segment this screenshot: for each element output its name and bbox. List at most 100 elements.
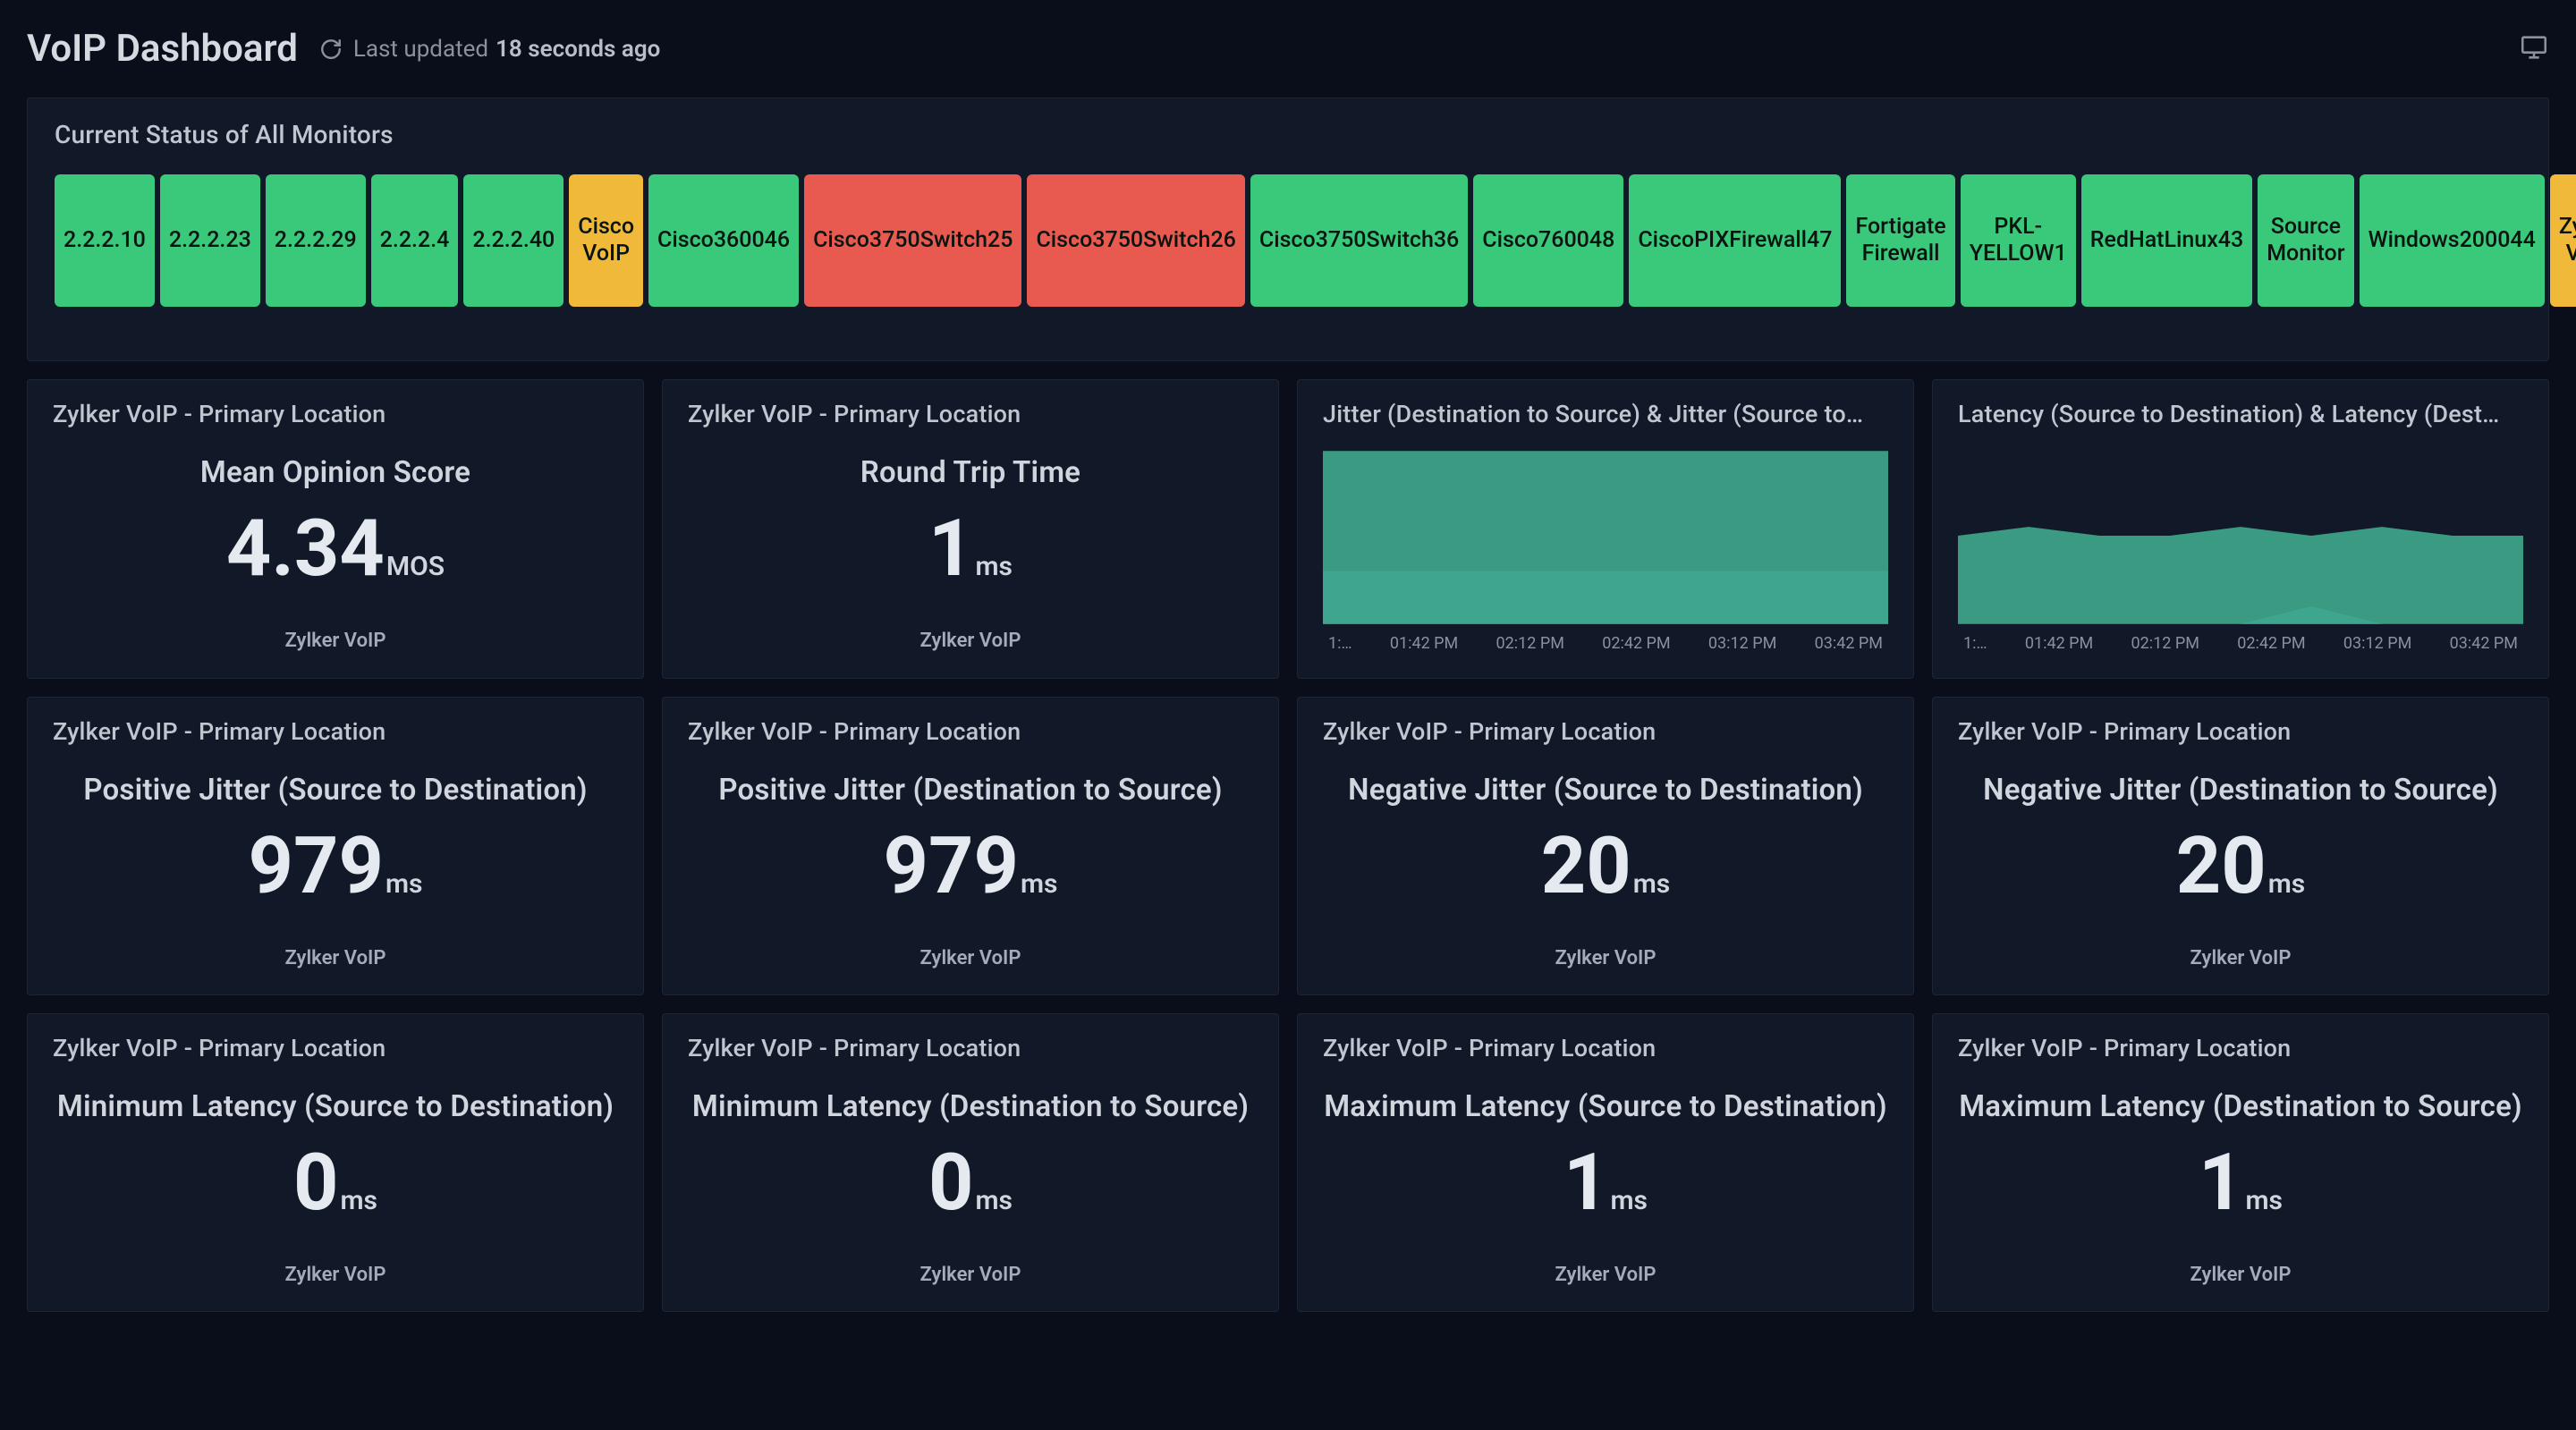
status-tile[interactable]: 2.2.2.10 bbox=[55, 174, 155, 307]
status-tile-label: 2.2.2.23 bbox=[169, 227, 251, 254]
chart-x-axis: 1:…01:42 PM02:12 PM02:42 PM03:12 PM03:42… bbox=[1323, 634, 1888, 653]
status-tile[interactable]: Fortigate Firewall bbox=[1846, 174, 1954, 307]
metric-source: Zylker VoIP bbox=[688, 947, 1253, 969]
metric-card[interactable]: Zylker VoIP - Primary Location Minimum La… bbox=[662, 1013, 1279, 1312]
status-tile[interactable]: 2.2.2.4 bbox=[371, 174, 459, 307]
page-title: VoIP Dashboard bbox=[27, 27, 298, 71]
status-tile-label: Cisco VoIP bbox=[578, 214, 634, 267]
status-tile-label: Fortigate Firewall bbox=[1855, 214, 1945, 267]
metric-value-row: 0ms bbox=[688, 1144, 1253, 1223]
chart-x-tick: 03:42 PM bbox=[2450, 634, 2518, 653]
metric-unit: ms bbox=[2246, 1185, 2283, 1216]
metric-card-header: Zylker VoIP - Primary Location bbox=[1958, 717, 2523, 746]
status-tile[interactable]: RedHatLinux43 bbox=[2081, 174, 2252, 307]
status-tile[interactable]: Cisco360046 bbox=[648, 174, 799, 307]
chart-x-tick: 02:12 PM bbox=[1496, 634, 1564, 653]
metric-source: Zylker VoIP bbox=[53, 630, 618, 652]
metric-card[interactable]: Latency (Source to Destination) & Latenc… bbox=[1932, 379, 2549, 679]
status-tile[interactable]: 2.2.2.40 bbox=[463, 174, 564, 307]
last-updated-value: 18 seconds ago bbox=[496, 36, 660, 63]
metric-card[interactable]: Jitter (Destination to Source) & Jitter … bbox=[1297, 379, 1914, 679]
metric-title: Maximum Latency (Destination to Source) bbox=[1958, 1089, 2523, 1124]
status-panel-title: Current Status of All Monitors bbox=[55, 120, 2521, 149]
status-tile-label: Windows200044 bbox=[2368, 227, 2536, 254]
status-tile[interactable]: Zylker VoIP bbox=[2550, 174, 2576, 307]
metric-title: Positive Jitter (Destination to Source) bbox=[688, 773, 1253, 808]
chart-x-tick: 03:12 PM bbox=[1708, 634, 1776, 653]
status-tile-label: CiscoPIXFirewall47 bbox=[1638, 227, 1832, 254]
metric-value: 20 bbox=[1541, 820, 1631, 912]
status-tile-label: Cisco3750Switch25 bbox=[813, 227, 1013, 254]
chart-x-axis: 1:…01:42 PM02:12 PM02:42 PM03:12 PM03:42… bbox=[1958, 634, 2523, 653]
metric-card[interactable]: Zylker VoIP - Primary LocationNegative J… bbox=[1297, 697, 1914, 995]
status-tile[interactable]: Cisco VoIP bbox=[569, 174, 643, 307]
metric-card[interactable]: Zylker VoIP - Primary LocationPositive J… bbox=[662, 697, 1279, 995]
metric-value-row: 1ms bbox=[688, 510, 1253, 588]
status-tile[interactable]: PKL-YELLOW1 bbox=[1961, 174, 2076, 307]
metric-unit: ms bbox=[976, 551, 1013, 582]
metric-value: 979 bbox=[249, 820, 384, 912]
status-tile-label: RedHatLinux43 bbox=[2090, 227, 2243, 254]
status-tile[interactable]: 2.2.2.23 bbox=[160, 174, 260, 307]
metric-value: 0 bbox=[928, 1137, 974, 1229]
status-tile[interactable]: Cisco3750Switch36 bbox=[1250, 174, 1468, 307]
metric-card-header: Zylker VoIP - Primary Location bbox=[688, 1034, 1253, 1062]
metric-unit: ms bbox=[976, 1185, 1013, 1216]
metric-card-header: Zylker VoIP - Primary Location bbox=[53, 1034, 618, 1062]
status-tile[interactable]: Cisco3750Switch25 bbox=[804, 174, 1021, 307]
chart-x-tick: 02:12 PM bbox=[2131, 634, 2199, 653]
metric-source: Zylker VoIP bbox=[53, 1264, 618, 1286]
metric-card[interactable]: Zylker VoIP - Primary Location Negative J… bbox=[1932, 697, 2549, 995]
refresh-icon[interactable] bbox=[319, 38, 343, 61]
status-tile[interactable]: Cisco760048 bbox=[1473, 174, 1623, 307]
metric-unit: MOS bbox=[386, 551, 445, 582]
status-tile[interactable]: Source Monitor bbox=[2258, 174, 2353, 307]
metric-unit: ms bbox=[1611, 1185, 1648, 1216]
metric-card[interactable]: Zylker VoIP - Primary LocationRound Trip… bbox=[662, 379, 1279, 679]
metric-source: Zylker VoIP bbox=[1323, 1264, 1888, 1286]
metric-value: 20 bbox=[2176, 820, 2267, 912]
chart-x-tick: 03:12 PM bbox=[2343, 634, 2411, 653]
metric-title: Maximum Latency (Source to Destination) bbox=[1323, 1089, 1888, 1124]
metric-value-row: 4.34MOS bbox=[53, 510, 618, 588]
metric-value-row: 979ms bbox=[688, 827, 1253, 906]
status-tile-label: Cisco3750Switch26 bbox=[1036, 227, 1235, 254]
status-tile[interactable]: Windows200044 bbox=[2360, 174, 2545, 307]
metric-card-header: Zylker VoIP - Primary Location bbox=[1323, 1034, 1888, 1062]
metric-source: Zylker VoIP bbox=[1958, 1264, 2523, 1286]
status-tile[interactable]: Cisco3750Switch26 bbox=[1027, 174, 1244, 307]
status-tile-label: PKL-YELLOW1 bbox=[1970, 214, 2067, 267]
chart: 1:…01:42 PM02:12 PM02:42 PM03:12 PM03:42… bbox=[1323, 446, 1888, 653]
metric-value: 4.34 bbox=[226, 503, 385, 595]
chart-svg bbox=[1958, 446, 2523, 625]
metric-value: 1 bbox=[2199, 1137, 2244, 1229]
status-panel: Current Status of All Monitors 2.2.2.10 2… bbox=[27, 97, 2549, 361]
chart-svg bbox=[1323, 446, 1888, 625]
last-updated-label: Last updated bbox=[353, 36, 488, 63]
chart-x-tick: 03:42 PM bbox=[1815, 634, 1883, 653]
metric-title: Negative Jitter (Destination to Source) bbox=[1958, 773, 2523, 808]
status-tile-label: Cisco760048 bbox=[1482, 227, 1614, 254]
status-tile-label: 2.2.2.10 bbox=[64, 227, 146, 254]
metric-title: Minimum Latency (Destination to Source) bbox=[688, 1089, 1253, 1124]
metric-card-header: Jitter (Destination to Source) & Jitter … bbox=[1323, 400, 1888, 428]
metric-card-header: Latency (Source to Destination) & Latenc… bbox=[1958, 400, 2523, 428]
status-tile-label: 2.2.2.29 bbox=[275, 227, 357, 254]
metric-card[interactable]: Zylker VoIP - Primary LocationMean Opini… bbox=[27, 379, 644, 679]
metric-card[interactable]: Zylker VoIP - Primary Location Maximum La… bbox=[1297, 1013, 1914, 1312]
metric-source: Zylker VoIP bbox=[53, 947, 618, 969]
metric-grid: Zylker VoIP - Primary LocationMean Opini… bbox=[27, 379, 2549, 1312]
metric-card[interactable]: Zylker VoIP - Primary LocationPositive J… bbox=[27, 697, 644, 995]
chart-x-tick: 1:… bbox=[1963, 634, 1987, 653]
metric-card[interactable]: Zylker VoIP - Primary LocationMinimum La… bbox=[27, 1013, 644, 1312]
metric-card-header: Zylker VoIP - Primary Location bbox=[53, 400, 618, 428]
presentation-icon[interactable] bbox=[2519, 32, 2549, 66]
metric-value-row: 20ms bbox=[1323, 827, 1888, 906]
metric-card[interactable]: Zylker VoIP - Primary LocationMaximum La… bbox=[1932, 1013, 2549, 1312]
status-tile-label: Zylker VoIP bbox=[2559, 214, 2576, 267]
chart-x-tick: 02:42 PM bbox=[2237, 634, 2305, 653]
status-tile[interactable]: CiscoPIXFirewall47 bbox=[1629, 174, 1841, 307]
status-tile-label: 2.2.2.40 bbox=[472, 227, 555, 254]
status-tile[interactable]: 2.2.2.29 bbox=[266, 174, 366, 307]
metric-unit: ms bbox=[2268, 868, 2305, 900]
